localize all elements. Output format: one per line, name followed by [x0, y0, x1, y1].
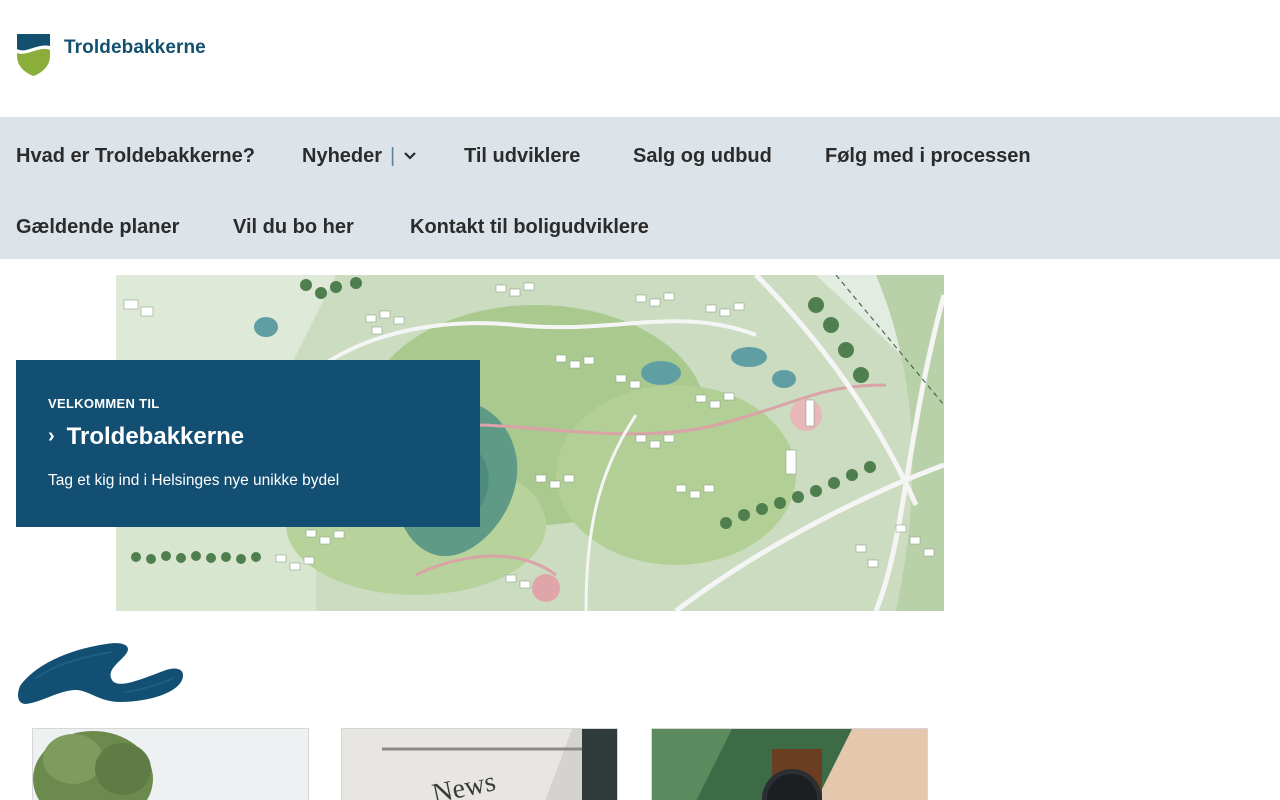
- chevron-down-icon[interactable]: [403, 151, 417, 161]
- nav-item-hvad-er[interactable]: Hvad er Troldebakkerne?: [16, 144, 255, 168]
- welcome-title-link[interactable]: › Troldebakkerne: [48, 423, 448, 451]
- nav-separator: |: [390, 145, 396, 167]
- shield-logo-icon: [17, 34, 50, 76]
- news-card-3[interactable]: [651, 728, 928, 800]
- nav-label: Nyheder: [302, 145, 383, 167]
- nav-item-salg-og-udbud[interactable]: Salg og udbud: [633, 144, 772, 168]
- nav-item-vil-du-bo-her[interactable]: Vil du bo her: [233, 215, 354, 239]
- welcome-title-text: Troldebakkerne: [66, 423, 245, 450]
- nav-label: Salg og udbud: [633, 145, 772, 167]
- nav-item-kontakt-boligudviklere[interactable]: Kontakt til boligudviklere: [410, 215, 649, 239]
- chevron-right-icon: ›: [48, 424, 55, 447]
- nav-label: Vil du bo her: [233, 216, 354, 238]
- wristwatch-photo: [652, 729, 927, 800]
- nav-label: Til udviklere: [464, 145, 581, 167]
- brush-stroke-decoration: [18, 643, 184, 704]
- nav-label: Kontakt til boligudviklere: [410, 216, 649, 238]
- news-card-2[interactable]: News: [341, 728, 618, 800]
- site-logo[interactable]: Troldebakkerne: [16, 32, 206, 76]
- nav-item-nyheder[interactable]: Nyheder |: [302, 144, 417, 168]
- newspaper-photo: News: [342, 729, 617, 800]
- welcome-kicker: VELKOMMEN TIL: [48, 396, 160, 411]
- nav-label: Følg med i processen: [825, 145, 1031, 167]
- site-header: Troldebakkerne: [0, 0, 1280, 117]
- nav-item-gaeldende-planer[interactable]: Gældende planer: [16, 215, 179, 239]
- logo-text: Troldebakkerne: [64, 37, 206, 58]
- news-card-1[interactable]: [32, 728, 309, 800]
- trees-photo: [33, 729, 308, 800]
- nav-item-foelg-med[interactable]: Følg med i processen: [825, 144, 1031, 168]
- nav-label: Hvad er Troldebakkerne?: [16, 145, 255, 167]
- welcome-panel: VELKOMMEN TIL › Troldebakkerne Tag et ki…: [16, 360, 480, 527]
- welcome-subtitle: Tag et kig ind i Helsinges nye unikke by…: [48, 472, 340, 489]
- main-navigation: Hvad er Troldebakkerne? Nyheder | Til udv…: [0, 117, 1280, 259]
- nav-label: Gældende planer: [16, 216, 180, 238]
- nav-item-til-udviklere[interactable]: Til udviklere: [464, 144, 580, 168]
